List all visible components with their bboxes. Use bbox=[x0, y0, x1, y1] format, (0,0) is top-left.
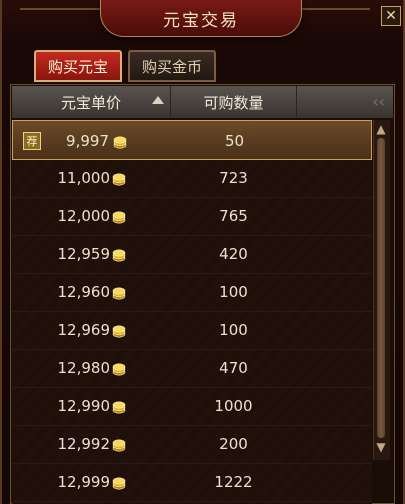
quantity-cell: 470 bbox=[219, 359, 248, 377]
table-row[interactable]: 12,999 1222 bbox=[12, 462, 372, 502]
price-column-header[interactable]: 元宝单价 bbox=[12, 86, 171, 118]
gold-coin-icon bbox=[112, 437, 126, 452]
gold-coin-icon bbox=[112, 361, 126, 376]
table-header: 元宝单价 可购数量 ‹‹ bbox=[12, 86, 393, 118]
price-cell: 12,992 bbox=[57, 435, 111, 453]
price-cell: 11,000 bbox=[57, 169, 111, 187]
close-button[interactable]: ✕ bbox=[381, 6, 401, 26]
quantity-column-header: 可购数量 bbox=[171, 86, 297, 118]
tab-buy-gold[interactable]: 购买金币 bbox=[128, 50, 216, 82]
scroll-up-icon[interactable]: ▲ bbox=[374, 122, 388, 136]
quantity-cell: 1222 bbox=[214, 473, 253, 491]
title-plate: 元宝交易 bbox=[100, 0, 302, 37]
gold-coin-icon bbox=[112, 323, 126, 338]
sort-asc-icon[interactable] bbox=[152, 96, 164, 104]
quantity-cell: 100 bbox=[219, 283, 248, 301]
quantity-cell: 765 bbox=[219, 207, 248, 225]
recommended-badge: 荐 bbox=[23, 132, 41, 150]
quantity-header-label: 可购数量 bbox=[203, 93, 264, 112]
scrollbar-thumb[interactable] bbox=[377, 138, 385, 438]
table-row[interactable]: 12,992 200 bbox=[12, 424, 372, 464]
table-row[interactable]: 12,960 100 bbox=[12, 272, 372, 312]
gold-coin-icon bbox=[113, 134, 127, 149]
table-row[interactable]: 12,980 470 bbox=[12, 348, 372, 388]
table-row[interactable]: 12,000 765 bbox=[12, 196, 372, 236]
tab-label: 购买元宝 bbox=[47, 57, 108, 76]
gold-coin-icon bbox=[112, 171, 126, 186]
price-cell: 12,960 bbox=[57, 283, 111, 301]
price-cell: 12,959 bbox=[57, 245, 111, 263]
quantity-cell: 200 bbox=[219, 435, 248, 453]
price-cell: 12,000 bbox=[57, 207, 111, 225]
title-decoration-left bbox=[20, 8, 100, 10]
gold-coin-icon bbox=[112, 209, 126, 224]
price-cell: 12,969 bbox=[57, 321, 111, 339]
tab-buy-yuanbao[interactable]: 购买元宝 bbox=[34, 50, 122, 82]
price-header-label: 元宝单价 bbox=[60, 93, 121, 112]
close-icon: ✕ bbox=[385, 8, 397, 24]
table-row[interactable]: 荐 9,997 50 bbox=[12, 120, 372, 160]
gold-coin-icon bbox=[112, 285, 126, 300]
title-decoration-right bbox=[300, 8, 370, 10]
gold-coin-icon bbox=[112, 399, 126, 414]
table-body: 荐 9,997 50 11,000 723 12,000 765 12,959 420 12,96… bbox=[12, 120, 372, 504]
quantity-cell: 50 bbox=[224, 132, 245, 150]
window-title: 元宝交易 bbox=[163, 10, 239, 31]
chevron-left-icon: ‹‹ bbox=[372, 92, 385, 111]
quantity-cell: 420 bbox=[219, 245, 248, 263]
gold-coin-icon bbox=[112, 247, 126, 262]
quantity-cell: 1000 bbox=[214, 397, 253, 415]
quantity-cell: 100 bbox=[219, 321, 248, 339]
price-cell: 12,980 bbox=[57, 359, 111, 377]
price-cell: 9,997 bbox=[66, 132, 109, 150]
table-row[interactable]: 11,000 723 bbox=[12, 158, 372, 198]
table-row[interactable]: 12,959 420 bbox=[12, 234, 372, 274]
price-cell: 12,999 bbox=[57, 473, 111, 491]
scroll-down-icon[interactable]: ▼ bbox=[374, 440, 388, 454]
gold-coin-icon bbox=[112, 475, 126, 490]
quantity-cell: 723 bbox=[219, 169, 248, 187]
tab-label: 购买金币 bbox=[141, 57, 202, 76]
table-row[interactable]: 12,990 1000 bbox=[12, 386, 372, 426]
price-cell: 12,990 bbox=[57, 397, 111, 415]
table-row[interactable]: 12,969 100 bbox=[12, 310, 372, 350]
